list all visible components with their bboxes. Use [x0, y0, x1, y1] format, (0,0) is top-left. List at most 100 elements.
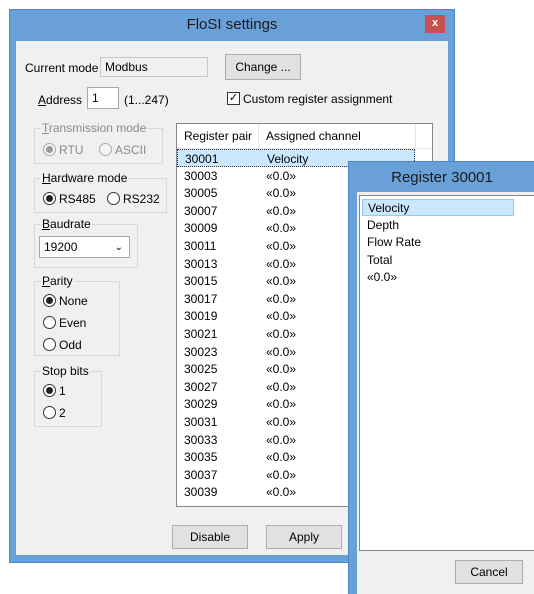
- title-bar[interactable]: FloSI settings x: [10, 10, 454, 40]
- parity-group: Parity None Even Odd: [34, 274, 120, 356]
- register-pair-cell: 30021: [184, 327, 218, 341]
- register-pair-cell: 30017: [184, 291, 218, 306]
- ascii-label: ASCII: [115, 143, 147, 157]
- channel-list-item[interactable]: Velocity: [362, 199, 514, 216]
- cancel-button[interactable]: Cancel: [455, 560, 523, 584]
- assigned-channel-cell: «0.0»: [266, 415, 297, 429]
- column-header-register-pair[interactable]: Register pair: [184, 129, 252, 143]
- address-range: (1...247): [124, 93, 169, 107]
- stop-bits-title: Stop bits: [41, 364, 90, 378]
- transmission-mode-group: Transmission mode RTU ASCII: [34, 121, 163, 164]
- address-value: 1: [92, 91, 99, 105]
- parity-accel: P: [42, 274, 51, 288]
- assigned-channel-cell: «0.0»: [266, 485, 297, 500]
- register-pair-cell: 30019: [184, 309, 218, 324]
- assigned-channel-cell: «0.0»: [266, 432, 297, 447]
- hardware-mode-title: Hardware mode: [41, 171, 129, 185]
- custom-assignment-checkbox[interactable]: ✓: [227, 92, 240, 105]
- transmission-mode-accel: T: [42, 121, 49, 135]
- baudrate-value: 19200: [44, 240, 78, 254]
- column-divider[interactable]: [415, 124, 416, 148]
- register-pair-cell: 30013: [184, 256, 218, 271]
- hardware-mode-group: Hardware mode RS485 RS232: [34, 171, 167, 213]
- assigned-channel-cell: «0.0»: [266, 168, 297, 183]
- register-pair-cell: 30029: [184, 397, 218, 412]
- stop-bits-1-radio[interactable]: [43, 384, 56, 397]
- baudrate-accel: B: [42, 217, 51, 231]
- assigned-channel-cell: «0.0»: [266, 221, 297, 236]
- assigned-channel-cell: «0.0»: [266, 467, 297, 482]
- register-dialog-title[interactable]: Register 30001: [349, 169, 534, 186]
- register-pair-cell: 30037: [184, 467, 218, 482]
- apply-button[interactable]: Apply: [266, 525, 342, 549]
- parity-none-radio[interactable]: [43, 294, 56, 307]
- register-pair-cell: 30031: [184, 415, 218, 429]
- chevron-down-icon: ⌄: [114, 242, 123, 253]
- rs485-label: RS485: [59, 192, 96, 206]
- channel-list-item[interactable]: Total: [362, 252, 514, 269]
- radio-selected-dot: [46, 387, 53, 394]
- stop-bits-group: Stop bits 1 2: [34, 364, 102, 427]
- assigned-channel-cell: «0.0»: [266, 239, 297, 253]
- address-label: Address: [38, 93, 82, 107]
- assigned-channel-cell: «0.0»: [266, 203, 297, 218]
- current-mode-label: Current mode: [25, 61, 99, 75]
- register-pair-cell: 30023: [184, 344, 218, 359]
- register-pair-cell: 30035: [184, 450, 218, 465]
- stop-bits-2-radio[interactable]: [43, 406, 56, 419]
- assigned-channel-cell: «0.0»: [266, 327, 297, 341]
- assigned-channel-cell: «0.0»: [266, 274, 297, 289]
- disable-button[interactable]: Disable: [172, 525, 248, 549]
- assigned-channel-cell: «0.0»: [266, 450, 297, 465]
- transmission-mode-title-text: ransmission mode: [48, 121, 147, 135]
- baudrate-title-text: audrate: [50, 217, 91, 231]
- assigned-channel-cell: «0.0»: [266, 344, 297, 359]
- channel-list-item[interactable]: Flow Rate: [362, 234, 514, 251]
- rtu-radio[interactable]: [43, 143, 56, 156]
- baudrate-group: Baudrate 19200 ⌄: [34, 217, 138, 268]
- custom-assignment-label: Custom register assignment: [243, 92, 393, 106]
- column-divider[interactable]: [258, 124, 259, 148]
- register-pair-cell: 30039: [184, 485, 218, 500]
- ascii-radio[interactable]: [99, 143, 112, 156]
- table-header: Register pair Assigned channel: [177, 124, 432, 149]
- assigned-channel-cell: «0.0»: [266, 397, 297, 412]
- assigned-channel-cell: Velocity: [267, 152, 309, 166]
- parity-title-text: arity: [50, 274, 73, 288]
- register-pair-cell: 30027: [184, 379, 218, 394]
- channel-list[interactable]: Velocity Depth Flow Rate Total «0.0»: [359, 195, 534, 551]
- register-pair-cell: 30005: [184, 186, 218, 201]
- register-pair-cell: 30015: [184, 274, 218, 289]
- parity-none-label: None: [59, 294, 88, 308]
- register-dialog-body: Velocity Depth Flow Rate Total «0.0» Cancel: [357, 192, 534, 594]
- change-mode-button[interactable]: Change ...: [225, 54, 301, 80]
- channel-list-item[interactable]: «0.0»: [362, 269, 514, 286]
- radio-selected-dot: [46, 146, 53, 153]
- rs485-radio[interactable]: [43, 192, 56, 205]
- close-button[interactable]: x: [425, 15, 445, 33]
- assigned-channel-cell: «0.0»: [266, 362, 297, 377]
- register-pair-cell: 30011: [184, 239, 217, 253]
- stop-bits-2-label: 2: [59, 406, 66, 420]
- register-pair-cell: 30001: [185, 152, 219, 166]
- parity-title: Parity: [41, 274, 74, 288]
- parity-even-radio[interactable]: [43, 316, 56, 329]
- check-mark-icon: ✓: [228, 92, 239, 104]
- radio-selected-dot: [46, 297, 53, 304]
- parity-even-label: Even: [59, 316, 87, 330]
- register-pair-cell: 30003: [184, 168, 218, 183]
- address-label-accel: A: [38, 93, 47, 107]
- parity-odd-label: Odd: [59, 338, 82, 352]
- assigned-channel-cell: «0.0»: [266, 256, 297, 271]
- address-input[interactable]: 1: [87, 87, 119, 109]
- radio-selected-dot: [46, 195, 53, 202]
- column-header-assigned-channel[interactable]: Assigned channel: [266, 129, 361, 143]
- register-pair-cell: 30025: [184, 362, 218, 377]
- hardware-mode-accel: H: [42, 171, 51, 185]
- channel-list-item[interactable]: Depth: [362, 217, 514, 234]
- parity-odd-radio[interactable]: [43, 338, 56, 351]
- rs232-radio[interactable]: [107, 192, 120, 205]
- baudrate-select[interactable]: 19200 ⌄: [39, 236, 130, 258]
- window-title: FloSI settings: [186, 16, 278, 33]
- register-pair-cell: 30007: [184, 203, 218, 218]
